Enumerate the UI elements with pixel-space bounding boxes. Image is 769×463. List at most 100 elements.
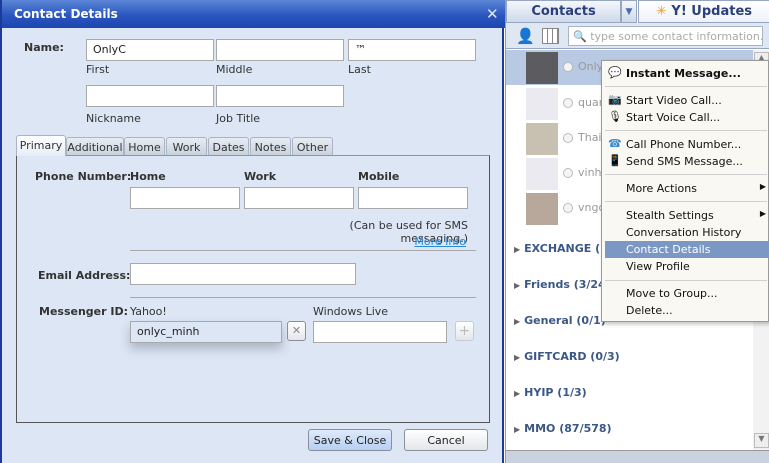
group-general[interactable]: ▶ General (0/1) [514, 314, 606, 327]
tab-contacts[interactable]: Contacts [506, 0, 621, 23]
menu-label: More Actions [626, 182, 697, 195]
menu-label: Move to Group... [626, 287, 718, 300]
group-label: EXCHANGE (1/ [524, 242, 612, 255]
menu-start-video-call[interactable]: 📷 Start Video Call... [605, 92, 769, 109]
microphone-icon: 🎙 [608, 110, 622, 123]
status-icon [563, 203, 573, 213]
nickname-input[interactable] [86, 85, 214, 107]
group-label: Friends (3/24 [524, 278, 606, 291]
menu-label: View Profile [626, 260, 690, 273]
expand-icon: ▶ [514, 425, 521, 434]
group-mmo[interactable]: ▶ MMO (87/578) [514, 422, 612, 435]
phone-icon: ☎ [608, 137, 622, 150]
menu-move-to-group[interactable]: Move to Group... [605, 285, 769, 302]
windows-live-label: Windows Live [313, 305, 389, 318]
email-address-input[interactable] [130, 263, 356, 285]
yahoo-label: Yahoo! [130, 305, 167, 318]
menu-separator [605, 174, 767, 175]
avatar [526, 52, 558, 84]
menu-start-voice-call[interactable]: 🎙 Start Voice Call... [605, 109, 769, 126]
save-close-button[interactable]: Save & Close [308, 429, 392, 451]
last-name-input[interactable]: ™ [348, 39, 476, 61]
menu-conversation-history[interactable]: Conversation History [605, 224, 769, 241]
mobile-phone-icon: 📱 [608, 154, 622, 167]
work-phone-label: Work [244, 170, 277, 183]
group-hyip[interactable]: ▶ HYIP (1/3) [514, 386, 587, 399]
menu-separator [605, 130, 767, 131]
divider [130, 297, 476, 298]
expand-icon: ▶ [514, 281, 521, 290]
menu-label: Start Video Call... [626, 94, 722, 107]
dialog-title: Contact Details [2, 0, 506, 28]
menu-instant-message[interactable]: 💬 Instant Message... [605, 65, 769, 82]
menu-label: Delete... [626, 304, 673, 317]
yahoo-id-input[interactable]: onlyc_minh [130, 321, 282, 343]
phone-number-label: Phone Number: [35, 170, 132, 183]
contact-search-input[interactable]: 🔍 type some contact information... [568, 26, 763, 46]
tab-additional[interactable]: Additional [66, 137, 124, 156]
menu-label: Stealth Settings [626, 209, 714, 222]
mobile-phone-label: Mobile [358, 170, 400, 183]
menu-call-phone-number[interactable]: ☎ Call Phone Number... [605, 136, 769, 153]
tab-notes[interactable]: Notes [250, 137, 291, 156]
status-icon [563, 168, 573, 178]
menu-more-actions[interactable]: More Actions ▶ [605, 180, 769, 197]
name-label: Name: [24, 41, 64, 54]
menu-send-sms[interactable]: 📱 Send SMS Message... [605, 153, 769, 170]
submenu-arrow-icon: ▶ [759, 182, 766, 191]
group-label: MMO (87/578) [524, 422, 612, 435]
menu-label: Contact Details [626, 243, 711, 256]
menu-label: Start Voice Call... [626, 111, 721, 124]
menu-stealth-settings[interactable]: Stealth Settings ▶ [605, 207, 769, 224]
expand-icon: ▶ [514, 353, 521, 362]
tab-work[interactable]: Work [166, 137, 207, 156]
tab-home[interactable]: Home [124, 137, 165, 156]
work-phone-input[interactable] [244, 187, 354, 209]
menu-separator [605, 201, 767, 202]
status-icon [563, 98, 573, 108]
email-address-label: Email Address: [38, 269, 131, 282]
group-giftcard[interactable]: ▶ GIFTCARD (0/3) [514, 350, 620, 363]
home-phone-input[interactable] [130, 187, 240, 209]
job-title-input[interactable] [216, 85, 344, 107]
menu-label: Conversation History [626, 226, 742, 239]
tab-dates[interactable]: Dates [208, 137, 249, 156]
status-icon [563, 62, 573, 72]
menu-contact-details[interactable]: Contact Details [605, 241, 769, 258]
tab-primary[interactable]: Primary [16, 135, 66, 156]
close-icon[interactable]: ✕ [486, 5, 499, 23]
scroll-down-icon[interactable]: ▼ [754, 433, 769, 448]
contact-details-dialog: Contact Details ✕ Name: OnlyC ™ First Mi… [0, 0, 506, 463]
home-phone-label: Home [130, 170, 166, 183]
group-label: GIFTCARD (0/3) [524, 350, 620, 363]
tab-updates[interactable]: ✳ Y! Updates [638, 0, 769, 23]
middle-name-input[interactable] [216, 39, 344, 61]
job-title-label: Job Title [216, 112, 261, 125]
windows-live-input[interactable] [313, 321, 447, 343]
cancel-button[interactable]: Cancel [404, 429, 488, 451]
mobile-phone-input[interactable] [358, 187, 468, 209]
menu-label: Call Phone Number... [626, 138, 742, 151]
expand-icon: ▶ [514, 389, 521, 398]
avatar [526, 88, 558, 120]
grid-view-icon[interactable] [542, 28, 559, 44]
menu-delete[interactable]: Delete... [605, 302, 769, 319]
remove-id-button[interactable]: ✕ [287, 321, 306, 341]
first-name-input[interactable]: OnlyC [86, 39, 214, 61]
contacts-dropdown-icon[interactable]: ▼ [621, 0, 637, 23]
updates-label: Y! Updates [671, 4, 752, 19]
tab-other[interactable]: Other [292, 137, 333, 156]
menu-separator [605, 86, 767, 87]
menu-view-profile[interactable]: View Profile [605, 258, 769, 275]
group-label: General (0/1) [524, 314, 606, 327]
divider [130, 250, 476, 251]
more-info-link[interactable]: More Info [302, 235, 466, 248]
menu-label: Instant Message... [626, 67, 741, 80]
contact-context-menu: 💬 Instant Message... 📷 Start Video Call...… [601, 60, 769, 322]
group-friends[interactable]: ▶ Friends (3/24 [514, 278, 606, 291]
status-strip [506, 450, 769, 463]
submenu-arrow-icon: ▶ [759, 209, 766, 218]
group-exchange[interactable]: ▶ EXCHANGE (1/ [514, 242, 612, 255]
add-id-button[interactable]: + [455, 321, 474, 341]
add-contact-icon[interactable]: 👤 [516, 27, 535, 45]
